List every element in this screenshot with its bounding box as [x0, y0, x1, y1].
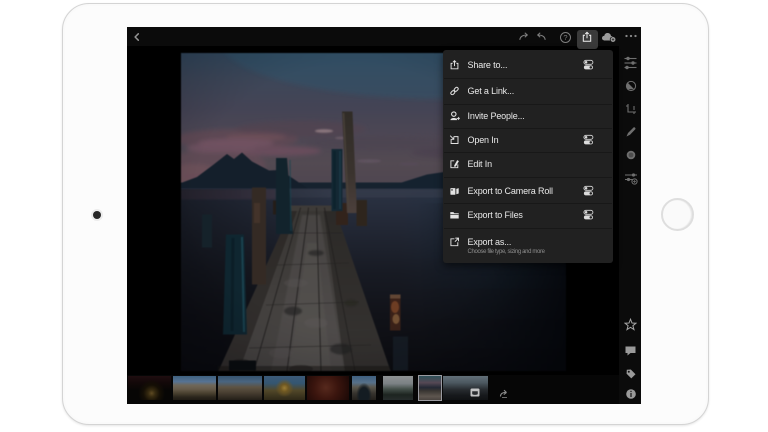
svg-text:?: ? — [563, 33, 567, 42]
